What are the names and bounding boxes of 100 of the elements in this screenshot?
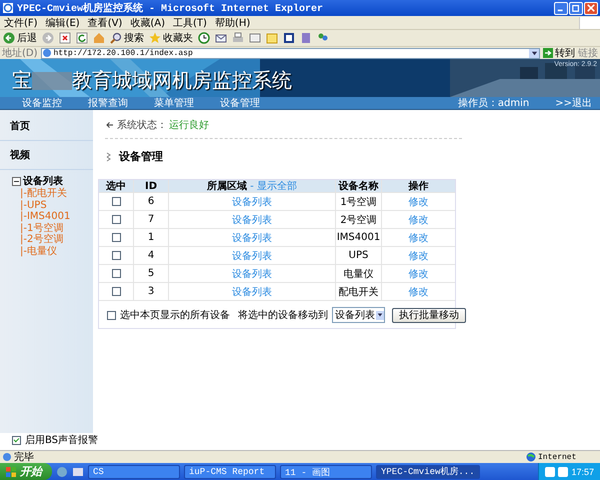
stop-icon[interactable] bbox=[59, 32, 71, 44]
taskbar-button[interactable]: CS bbox=[88, 464, 180, 478]
table-cell: 1号空调 bbox=[336, 193, 382, 210]
edit-link[interactable]: 修改 bbox=[408, 248, 428, 262]
row-checkbox[interactable] bbox=[112, 287, 120, 296]
browser-icon bbox=[2, 2, 14, 14]
row-checkbox[interactable] bbox=[112, 269, 120, 278]
page-icon bbox=[42, 48, 52, 58]
back-button[interactable]: 后退 bbox=[3, 31, 37, 45]
area-link[interactable]: 设备列表 bbox=[232, 194, 272, 208]
close-button[interactable] bbox=[584, 2, 598, 14]
search-button[interactable]: 搜索 bbox=[110, 31, 144, 45]
minimize-button[interactable] bbox=[554, 2, 568, 14]
tree-item[interactable]: |-电量仪 bbox=[12, 246, 93, 257]
menu-item[interactable]: 文件(F) bbox=[4, 16, 38, 30]
mail-icon[interactable] bbox=[215, 32, 227, 44]
sidebar-item[interactable]: 视频 bbox=[0, 145, 93, 170]
table-cell: 4 bbox=[134, 247, 169, 264]
clock: 17:57 bbox=[571, 466, 594, 476]
tree-item[interactable]: |-2号空调 bbox=[12, 234, 93, 246]
menu-item[interactable]: 查看(V) bbox=[88, 16, 122, 30]
table-cell: 电量仪 bbox=[336, 265, 382, 282]
taskbar-button[interactable]: 11 - 画图 bbox=[280, 464, 372, 478]
window-title: YPEC-Cmview机房监控系统 - Microsoft Internet Explorer bbox=[17, 1, 324, 15]
menu-item[interactable]: 工具(T) bbox=[173, 16, 207, 30]
book-icon[interactable] bbox=[300, 32, 312, 44]
print-icon[interactable] bbox=[232, 32, 244, 44]
tray-icon[interactable] bbox=[558, 466, 568, 476]
maximize-button[interactable] bbox=[569, 2, 583, 14]
column-header: 设备名称 bbox=[336, 180, 382, 192]
edit-link[interactable]: 修改 bbox=[408, 194, 428, 208]
history-icon[interactable] bbox=[198, 32, 210, 44]
nav-link[interactable]: 报警查询 bbox=[88, 96, 128, 110]
tree-label[interactable]: 设备列表 bbox=[23, 174, 63, 188]
menu-item[interactable]: 编辑(E) bbox=[46, 16, 80, 30]
dropdown-arrow-icon bbox=[377, 312, 383, 318]
square-icon[interactable] bbox=[283, 32, 295, 44]
tree-item[interactable]: |-IMS4001 bbox=[12, 211, 93, 222]
target-dropdown[interactable]: 设备列表 bbox=[332, 307, 385, 323]
back-arrow-icon bbox=[105, 120, 115, 130]
area-link[interactable]: 设备列表 bbox=[232, 212, 272, 226]
blurred-patch bbox=[32, 72, 72, 90]
taskbar-button[interactable]: YPEC-Cmview机房... bbox=[376, 464, 480, 478]
select-all-label: 选中本页显示的所有设备 bbox=[120, 308, 230, 322]
edit-link[interactable]: 修改 bbox=[408, 230, 428, 244]
page-icon bbox=[2, 452, 12, 462]
row-checkbox[interactable] bbox=[112, 197, 120, 206]
area-link[interactable]: 设备列表 bbox=[232, 248, 272, 262]
dropdown-arrow-icon bbox=[530, 50, 538, 56]
sound-alarm-checkbox[interactable] bbox=[12, 436, 21, 444]
area-link[interactable]: 设备列表 bbox=[232, 266, 272, 280]
nav-link[interactable]: 菜单管理 bbox=[154, 96, 194, 110]
refresh-icon[interactable] bbox=[76, 32, 88, 44]
close-icon bbox=[587, 4, 595, 12]
table-cell: 配电开关 bbox=[336, 283, 382, 300]
nav-link[interactable]: 设备监控 bbox=[22, 96, 62, 110]
globe-icon bbox=[526, 452, 536, 462]
tree-item[interactable]: |-1号空调 bbox=[12, 222, 93, 234]
row-checkbox[interactable] bbox=[112, 251, 120, 260]
column-header: 选中 bbox=[99, 180, 134, 192]
tray-icon[interactable] bbox=[545, 466, 556, 476]
links-label[interactable]: 链接 bbox=[578, 46, 598, 60]
batch-move-button[interactable]: 执行批量移动 bbox=[392, 308, 466, 322]
address-label: 地址(D) bbox=[2, 46, 38, 60]
desktop-icon[interactable] bbox=[72, 466, 84, 478]
edit-link[interactable]: 修改 bbox=[408, 266, 428, 280]
operator-text: 操作员：admin bbox=[458, 97, 530, 110]
restore-icon bbox=[572, 4, 580, 12]
start-button[interactable]: 开始 bbox=[0, 463, 52, 480]
table-cell: 1 bbox=[134, 229, 169, 246]
back-arrow-icon bbox=[3, 32, 15, 44]
menu-item[interactable]: 帮助(H) bbox=[214, 16, 250, 30]
table-cell: 5 bbox=[134, 265, 169, 282]
go-arrow-icon bbox=[543, 48, 553, 58]
address-field[interactable]: http://172.20.100.1/index.asp bbox=[40, 48, 540, 58]
area-link[interactable]: 设备列表 bbox=[232, 284, 272, 298]
select-all-checkbox[interactable] bbox=[107, 310, 116, 320]
sidebar-item[interactable]: 首页 bbox=[0, 116, 93, 141]
menu-item[interactable]: 收藏(A) bbox=[130, 16, 165, 30]
table-cell: 3 bbox=[134, 283, 169, 300]
banner-title: 宝 bbox=[12, 67, 32, 94]
tree-item[interactable]: |-UPS bbox=[12, 200, 93, 211]
area-link[interactable]: 设备列表 bbox=[232, 230, 272, 244]
row-checkbox[interactable] bbox=[112, 215, 120, 224]
edit-icon[interactable] bbox=[249, 32, 261, 44]
column-header: ID bbox=[134, 180, 169, 192]
zone-text: Internet bbox=[538, 452, 578, 462]
edit-link[interactable]: 修改 bbox=[408, 212, 428, 226]
taskbar-button[interactable]: iuP-CMS Report bbox=[184, 464, 276, 478]
logout-link[interactable]: >>退出 bbox=[555, 96, 592, 110]
collapse-icon[interactable] bbox=[12, 176, 21, 186]
tree-item[interactable]: |-配电开关 bbox=[12, 188, 93, 200]
edit-link[interactable]: 修改 bbox=[408, 284, 428, 298]
favorites-button[interactable]: 收藏夹 bbox=[149, 31, 193, 45]
table-cell: 6 bbox=[134, 193, 169, 210]
row-checkbox[interactable] bbox=[112, 233, 120, 242]
column-header: 操作 bbox=[407, 180, 430, 192]
show-all-link[interactable]: - 显示全部 bbox=[250, 179, 297, 193]
nav-link[interactable]: 设备管理 bbox=[220, 96, 260, 110]
status-value: 运行良好 bbox=[169, 118, 209, 132]
